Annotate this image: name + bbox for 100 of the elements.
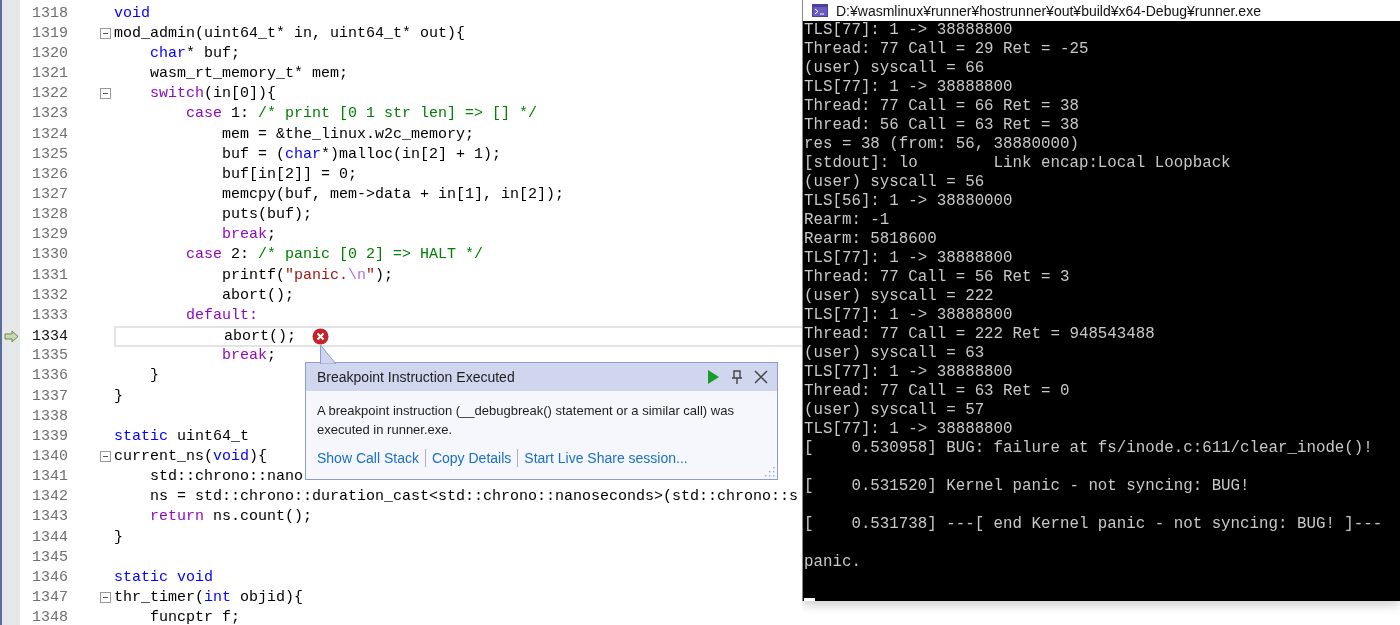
code-line: mem = &the_linux.w2c_memory; (221, 125, 475, 143)
code-line: puts(buf); (221, 206, 313, 224)
line-number: 1322 (31, 85, 68, 103)
console-line: TLS[77]: 1 -> 38888800 (804, 21, 1014, 40)
code-line: break; (221, 226, 277, 244)
line-number: 1335 (31, 347, 68, 365)
console-line: Thread: 77 Call = 63 Ret = 0 (804, 382, 1071, 401)
line-number: 1329 (31, 226, 68, 244)
code-line: buf = (char*)malloc(in[2] + 1); (221, 145, 502, 163)
code-line: void (114, 4, 150, 22)
line-number: 1323 (31, 105, 68, 123)
code-line: std::chrono::nano (149, 468, 304, 486)
code-line: wasm_rt_memory_t* mem; (149, 65, 349, 83)
console-line: TLS[77]: 1 -> 38888800 (804, 363, 1014, 382)
code-line: static void (114, 568, 214, 586)
code-line: ns = std::chrono::duration_cast<std::chrono::nanoseconds>(std::chrono::s (149, 488, 799, 506)
code-line: break; (221, 347, 277, 365)
line-number: 1341 (31, 468, 68, 486)
console-line: panic. (804, 553, 862, 572)
line-number: 1325 (31, 145, 68, 163)
line-number: 1340 (31, 448, 68, 465)
line-number: 1328 (31, 206, 68, 224)
line-number: 1318 (31, 4, 68, 22)
line-number: 1339 (31, 427, 68, 445)
console-line: TLS[77]: 1 -> 38888800 (804, 78, 1014, 97)
code-line: } (114, 387, 123, 405)
console-line: (user) syscall = 63 (804, 344, 986, 363)
line-number: 1346 (31, 568, 68, 586)
line-number: 1333 (31, 306, 68, 324)
line-number: 1331 (31, 266, 68, 284)
console-line: Thread: 77 Call = 66 Ret = 38 (804, 97, 1080, 116)
window-title: D:¥wasmlinux¥runner¥hostrunner¥out¥build¥x64-Debug¥runner.exe (836, 2, 1261, 19)
console-app-icon (812, 4, 828, 17)
popup-link[interactable]: Show Call Stack (317, 450, 419, 466)
code-line: abort(); (223, 327, 297, 345)
code-line: thr_timer(int objid){ (114, 589, 304, 607)
code-line: current_ns(void){ (114, 448, 268, 465)
collapse-icon[interactable] (100, 88, 111, 100)
console-line: Rearm: -1 (804, 211, 891, 230)
popup-message: A breakpoint instruction (__debugbreak() statement or a similar call) was executed in runner.exe. (317, 402, 735, 439)
code-line: static uint64_t (114, 427, 250, 445)
code-line: memcpy(buf, mem->data + in[1], in[2]); (221, 186, 565, 203)
text-cursor (804, 598, 815, 601)
code-line: case 1: /* print [0 1 str len] => [] */ (185, 105, 538, 123)
continue-icon[interactable] (705, 369, 721, 385)
line-number: 1324 (31, 125, 68, 143)
resize-grip-icon[interactable] (763, 465, 775, 477)
line-number: 1320 (31, 44, 68, 62)
code-line: case 2: /* panic [0 2] => HALT */ (185, 246, 484, 264)
pin-icon[interactable] (729, 369, 745, 385)
console-line: Thread: 77 Call = 56 Ret = 3 (804, 268, 1071, 287)
code-line: char* buf; (149, 44, 241, 62)
console-line: TLS[56]: 1 -> 38880000 (804, 192, 1014, 211)
line-number: 1332 (31, 286, 68, 304)
close-icon[interactable] (753, 369, 769, 385)
line-number: 1327 (31, 186, 68, 203)
code-line: return ns.count(); (149, 508, 313, 526)
line-number: 1345 (31, 548, 68, 566)
line-number: 1348 (31, 609, 68, 625)
collapse-icon[interactable] (100, 27, 111, 39)
console-line: (user) syscall = 56 (804, 173, 986, 192)
console-line: (user) syscall = 222 (804, 287, 995, 306)
code-line: } (149, 367, 159, 385)
console-line: Rearm: 5818600 (804, 230, 938, 249)
code-line: abort(); (221, 286, 295, 304)
console-line: [stdout]: lo Link encap:Local Loopback (804, 154, 1232, 173)
console-line: TLS[77]: 1 -> 38888800 (804, 306, 1014, 325)
console-line: (user) syscall = 57 (804, 401, 986, 420)
line-number: 1344 (31, 528, 68, 546)
code-line: funcptr f; (149, 609, 241, 625)
line-number: 1319 (31, 24, 68, 42)
console-line: Thread: 77 Call = 29 Ret = -25 (804, 40, 1090, 59)
line-number: 1343 (31, 508, 68, 526)
console-line: TLS[77]: 1 -> 38888800 (804, 420, 1014, 439)
collapse-icon[interactable] (100, 451, 111, 462)
code-line: mod_admin(uint64_t* in, uint64_t* out){ (114, 24, 466, 42)
line-number: 1342 (31, 488, 68, 506)
code-line: default: (185, 306, 259, 324)
line-number: 1321 (31, 65, 68, 83)
line-number: 1330 (31, 246, 68, 264)
code-line: switch(in[0]){ (149, 85, 277, 103)
console-line: [ 0.531520] Kernel panic - not syncing: BUG! (804, 477, 1251, 496)
line-number: 1338 (31, 407, 68, 425)
popup-title: Breakpoint Instruction Executed (317, 369, 516, 385)
code-line: } (114, 528, 123, 546)
console-line: [ 0.530958] BUG: failure at fs/inode.c:611/clear_inode()! (804, 439, 1374, 458)
line-number: 1347 (31, 589, 68, 607)
line-number: 1334 (31, 327, 68, 345)
console-line: res = 38 (from: 56, 38880000) (804, 135, 1080, 154)
line-number: 1337 (31, 387, 68, 405)
console-line: (user) syscall = 66 (804, 59, 986, 78)
collapse-icon[interactable] (100, 592, 111, 604)
console-line: [ 0.531738] ---[ end Kernel panic - not syncing: BUG! ]--- (804, 515, 1384, 534)
code-line: buf[in[2]] = 0; (221, 165, 358, 183)
line-number: 1326 (31, 165, 68, 183)
popup-link[interactable]: Copy Details (431, 450, 512, 466)
popup-link[interactable]: Start Live Share session... (524, 450, 688, 466)
console-line: TLS[77]: 1 -> 38888800 (804, 249, 1014, 268)
code-line: printf("panic.\n"); (221, 266, 394, 284)
console-line: Thread: 56 Call = 63 Ret = 38 (804, 116, 1080, 135)
